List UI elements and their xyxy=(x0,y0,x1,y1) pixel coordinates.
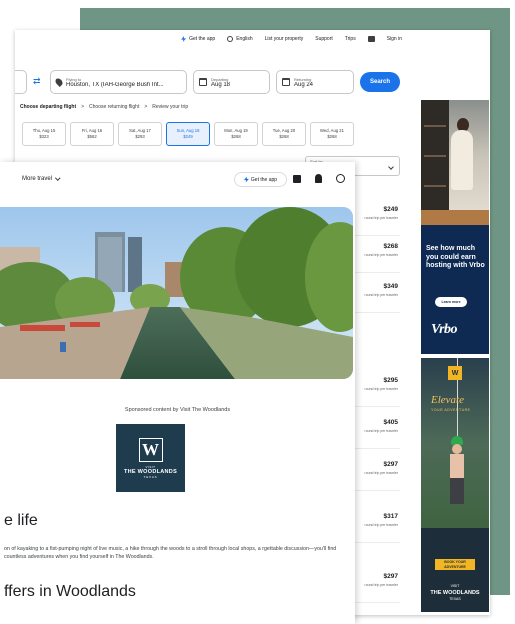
learn-more-button[interactable]: Learn more xyxy=(435,297,467,307)
phone-icon xyxy=(181,36,187,42)
ad-title: Elevate YOUR ADVENTURE xyxy=(431,394,471,412)
woodlands-w-logo: W xyxy=(448,366,462,380)
article-paragraph: on of kayaking to a fist-pumping night o… xyxy=(4,546,337,560)
nav-get-app[interactable]: Get the app xyxy=(181,36,215,42)
nav-sign-in[interactable]: Sign in xyxy=(387,36,402,42)
flight-result-price[interactable]: $405 round trip per traveler xyxy=(353,413,400,449)
article-heading: e life xyxy=(4,512,38,529)
returning-date-field[interactable]: Returning Aug 24 xyxy=(276,70,354,94)
date-option[interactable]: Mon, Aug 19 $268 xyxy=(214,122,258,146)
nav-list-property[interactable]: List your property xyxy=(265,36,304,42)
date-option[interactable]: Sat, Aug 17 $293 xyxy=(118,122,162,146)
more-travel-menu[interactable]: More travel xyxy=(22,175,61,182)
nav-support[interactable]: Support xyxy=(315,36,333,42)
nav-language[interactable]: English xyxy=(227,36,253,42)
offers-heading: ffers in Woodlands xyxy=(4,583,136,600)
flight-result-price[interactable]: $268 round trip per traveler xyxy=(353,237,400,273)
vrbo-logo: Vrbo xyxy=(431,322,458,337)
search-bar: ⇄ Flying to Houston, TX (IAH-George Bush… xyxy=(15,70,490,96)
top-nav: Get the app English List your property S… xyxy=(15,30,490,48)
woodlands-ad[interactable]: W Elevate YOUR ADVENTURE BOOK YOUR ADVENT… xyxy=(421,358,489,612)
phone-icon xyxy=(243,176,249,183)
calendar-icon xyxy=(282,78,290,86)
search-button[interactable]: Search xyxy=(360,72,400,92)
woodlands-brand: VISIT THE WOODLANDS TEXAS xyxy=(430,584,480,601)
destination-field[interactable]: Flying to Houston, TX (IAH-George Bush I… xyxy=(50,70,187,94)
visit-woodlands-logo: W VISIT THE WOODLANDS TEXAS xyxy=(116,424,185,492)
date-option[interactable]: Tue, Aug 20 $268 xyxy=(262,122,306,146)
nav-trips[interactable]: Trips xyxy=(345,36,356,42)
breadcrumb-step-1[interactable]: Choose departing flight xyxy=(20,104,76,110)
departing-date-field[interactable]: Departing Aug 18 xyxy=(193,70,270,94)
origin-field[interactable] xyxy=(15,70,27,94)
flight-result-price[interactable]: $297 round trip per traveler xyxy=(353,567,400,603)
flight-result-price[interactable]: $295 round trip per traveler xyxy=(353,371,400,407)
hero-image xyxy=(0,207,353,379)
desk-graphic xyxy=(421,210,489,225)
date-price-strip: Thu, Aug 15 $323 Fri, Aug 16 $562 Sat, Aug… xyxy=(22,122,354,146)
breadcrumb-separator: > xyxy=(81,104,85,110)
bell-icon[interactable] xyxy=(315,174,322,183)
book-adventure-button[interactable]: BOOK YOUR ADVENTURE xyxy=(435,559,475,570)
date-option[interactable]: Fri, Aug 16 $562 xyxy=(70,122,114,146)
breadcrumb-step-3[interactable]: Review your trip xyxy=(152,104,188,110)
date-option-selected[interactable]: Sun, Aug 18 $249 xyxy=(166,122,210,146)
breadcrumb-step-2[interactable]: Choose returning flight xyxy=(89,104,139,110)
flight-result-price[interactable]: $349 round trip per traveler xyxy=(353,277,400,313)
chevron-down-icon xyxy=(55,175,61,181)
swap-icon[interactable]: ⇄ xyxy=(33,77,43,86)
person-figure xyxy=(451,130,473,190)
article-toolbar: More travel xyxy=(0,162,355,196)
calendar-icon xyxy=(199,78,207,86)
breadcrumb: Choose departing flight > Choose returni… xyxy=(20,104,188,110)
ad-headline: See how much you could earn hosting with… xyxy=(426,245,485,269)
flight-result-price[interactable]: $297 round trip per traveler xyxy=(353,455,400,491)
nav-messages[interactable] xyxy=(367,36,375,42)
account-icon[interactable] xyxy=(336,174,345,183)
location-pin-icon xyxy=(54,77,64,87)
globe-icon xyxy=(227,36,234,42)
chevron-down-icon xyxy=(388,164,394,170)
sponsored-article-window: More travel Get the app Sponsored conten… xyxy=(0,162,355,624)
sponsored-label: Sponsored content by Visit The Woodlands xyxy=(124,407,231,413)
date-option[interactable]: Thu, Aug 15 $323 xyxy=(22,122,66,146)
climber-figure xyxy=(447,436,467,506)
flight-result-price[interactable]: $249 round trip per traveler xyxy=(353,200,400,236)
vrbo-ad[interactable]: See how much you could earn hosting with… xyxy=(421,100,489,354)
briefcase-icon[interactable] xyxy=(293,175,301,183)
chat-icon xyxy=(367,36,375,42)
get-app-button[interactable]: Get the app xyxy=(234,172,287,187)
flight-result-price[interactable]: $317 round trip per traveler xyxy=(353,507,400,543)
shelf-graphic xyxy=(421,100,449,225)
date-option[interactable]: Wed, Aug 21 $268 xyxy=(310,122,354,146)
breadcrumb-separator: > xyxy=(144,104,148,110)
waterway-scene xyxy=(0,207,353,379)
